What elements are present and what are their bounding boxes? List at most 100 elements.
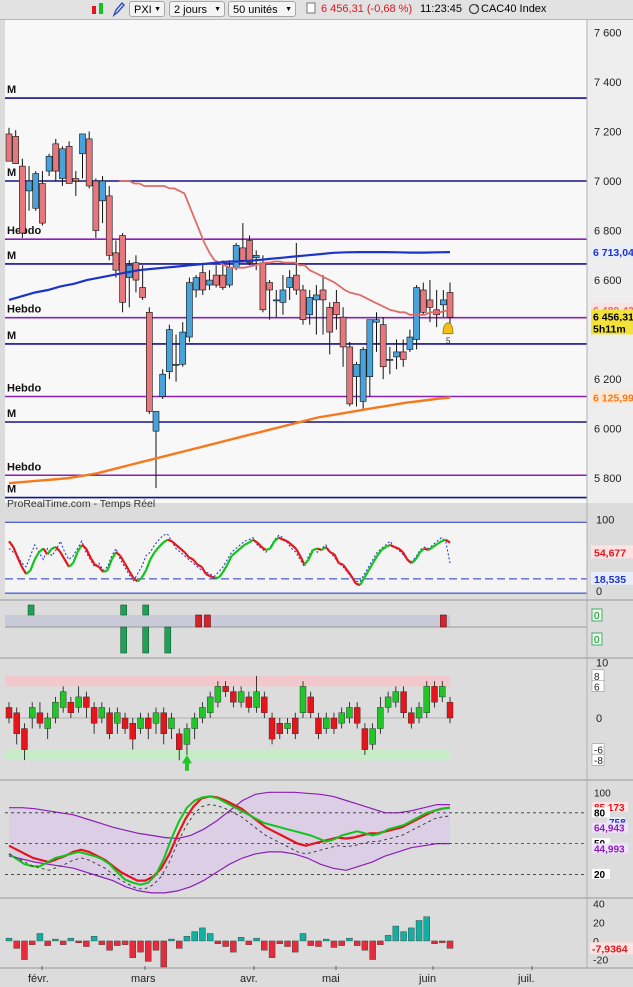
- y-tick-label: 6 800: [594, 226, 622, 238]
- period-label: 2 jours: [174, 4, 208, 16]
- hist-tick: 40: [593, 899, 605, 911]
- candle-down: [426, 299, 434, 308]
- symbol-select[interactable]: PXI ▼: [129, 1, 165, 17]
- hist-up-bar: [415, 920, 423, 942]
- x-tick-label: févr.: [28, 973, 49, 985]
- momentum-up: [284, 723, 291, 729]
- chart-area[interactable]: 7 6007 4007 2007 0006 8006 6006 2006 000…: [0, 20, 633, 987]
- momentum-up: [384, 696, 392, 708]
- momentum-up: [346, 707, 353, 719]
- hist-down-bar: [446, 940, 454, 949]
- price-label: 6 125,99: [593, 392, 633, 404]
- candle-down: [19, 165, 26, 234]
- refresh-icon[interactable]: [467, 1, 481, 17]
- stoch-main-segment: [316, 547, 322, 552]
- hist-down-bar: [284, 940, 291, 947]
- y-tick-label: 5 800: [594, 473, 622, 485]
- hist-down-bar: [338, 940, 345, 946]
- hist-down-bar: [214, 940, 222, 944]
- hist-down-bar: [369, 940, 376, 960]
- candle-up: [252, 255, 260, 259]
- candle-up: [99, 180, 106, 202]
- stoch-label: 18,535: [594, 574, 626, 586]
- candle-up: [366, 319, 374, 377]
- momentum-up: [237, 691, 245, 703]
- momentum-down: [408, 712, 415, 724]
- adx-label: 20: [594, 870, 606, 881]
- candle-up: [440, 299, 447, 306]
- stoch-main-segment: [393, 546, 399, 550]
- momentum-up: [299, 686, 307, 713]
- candle-up: [306, 297, 313, 316]
- momentum-down: [400, 691, 407, 713]
- hist-down-bar: [377, 940, 384, 945]
- candle-up: [186, 282, 193, 338]
- stoch-label: 54,677: [594, 547, 626, 559]
- stoch-tick: 100: [596, 514, 614, 526]
- candle-down: [65, 146, 73, 184]
- price-display: 6 456,31 (-0,68 %): [321, 1, 412, 17]
- momentum-down: [176, 733, 183, 750]
- level-label: M: [7, 330, 16, 342]
- candle-up: [393, 351, 400, 358]
- momentum-down: [21, 728, 28, 750]
- x-tick-label: juil.: [517, 973, 535, 985]
- hist-down-bar: [431, 940, 438, 944]
- pencil-icon[interactable]: [112, 1, 126, 18]
- candle-down: [293, 274, 300, 291]
- hist-down-bar: [268, 940, 276, 958]
- candle-up: [406, 336, 414, 350]
- candle-down: [326, 307, 334, 333]
- hist-up-bar: [299, 933, 307, 942]
- candle-down: [85, 138, 93, 187]
- hist-up-bar: [5, 937, 13, 942]
- candle-up: [279, 289, 287, 303]
- candle-up: [373, 319, 380, 323]
- candle-up: [286, 277, 293, 288]
- momentum-lower-band: [5, 749, 450, 761]
- momentum-up: [44, 717, 51, 729]
- momentum-up: [377, 707, 384, 729]
- candle-up: [179, 331, 187, 365]
- level-label: M: [7, 250, 16, 262]
- momentum-up: [137, 717, 144, 729]
- momentum-down: [261, 696, 268, 713]
- momentum-label: 6: [594, 682, 600, 693]
- indicator-icon[interactable]: [90, 1, 106, 17]
- hist-up-bar: [323, 938, 330, 942]
- signal-up-bar: [120, 604, 127, 616]
- candle-up: [359, 349, 367, 402]
- momentum-up: [206, 696, 214, 713]
- momentum-up: [323, 717, 330, 729]
- momentum-up: [52, 701, 59, 719]
- y-tick-label: 6 200: [594, 374, 622, 386]
- stoch-main-segment: [338, 562, 344, 566]
- units-select[interactable]: 50 unités ▼: [228, 1, 296, 17]
- stoch-main-segment: [441, 538, 447, 543]
- candle-up: [32, 173, 40, 209]
- candle-down: [446, 292, 454, 318]
- chevron-down-icon: ▼: [285, 6, 292, 13]
- document-icon[interactable]: [306, 1, 316, 17]
- candle-up: [159, 373, 166, 397]
- candle-down: [112, 252, 120, 271]
- period-select[interactable]: 2 jours ▼: [169, 1, 225, 17]
- hist-down-bar: [114, 940, 121, 946]
- hist-tick: 20: [593, 917, 605, 929]
- momentum-up: [75, 696, 82, 708]
- candle-down: [12, 136, 19, 164]
- hist-down-bar: [106, 940, 113, 951]
- hist-up-bar: [199, 927, 206, 942]
- index-name: CAC40 Index: [481, 3, 547, 15]
- candle-up: [172, 363, 180, 366]
- candle-down: [199, 272, 207, 291]
- hist-down-bar: [98, 940, 106, 945]
- momentum-down: [160, 712, 167, 735]
- hist-down-bar: [361, 940, 369, 951]
- candle-down: [72, 178, 80, 182]
- hist-label: -7,9364: [592, 943, 628, 955]
- momentum-up: [114, 712, 121, 724]
- signal-red-bar: [195, 614, 202, 628]
- momentum-up: [369, 728, 376, 745]
- momentum-up: [415, 707, 423, 719]
